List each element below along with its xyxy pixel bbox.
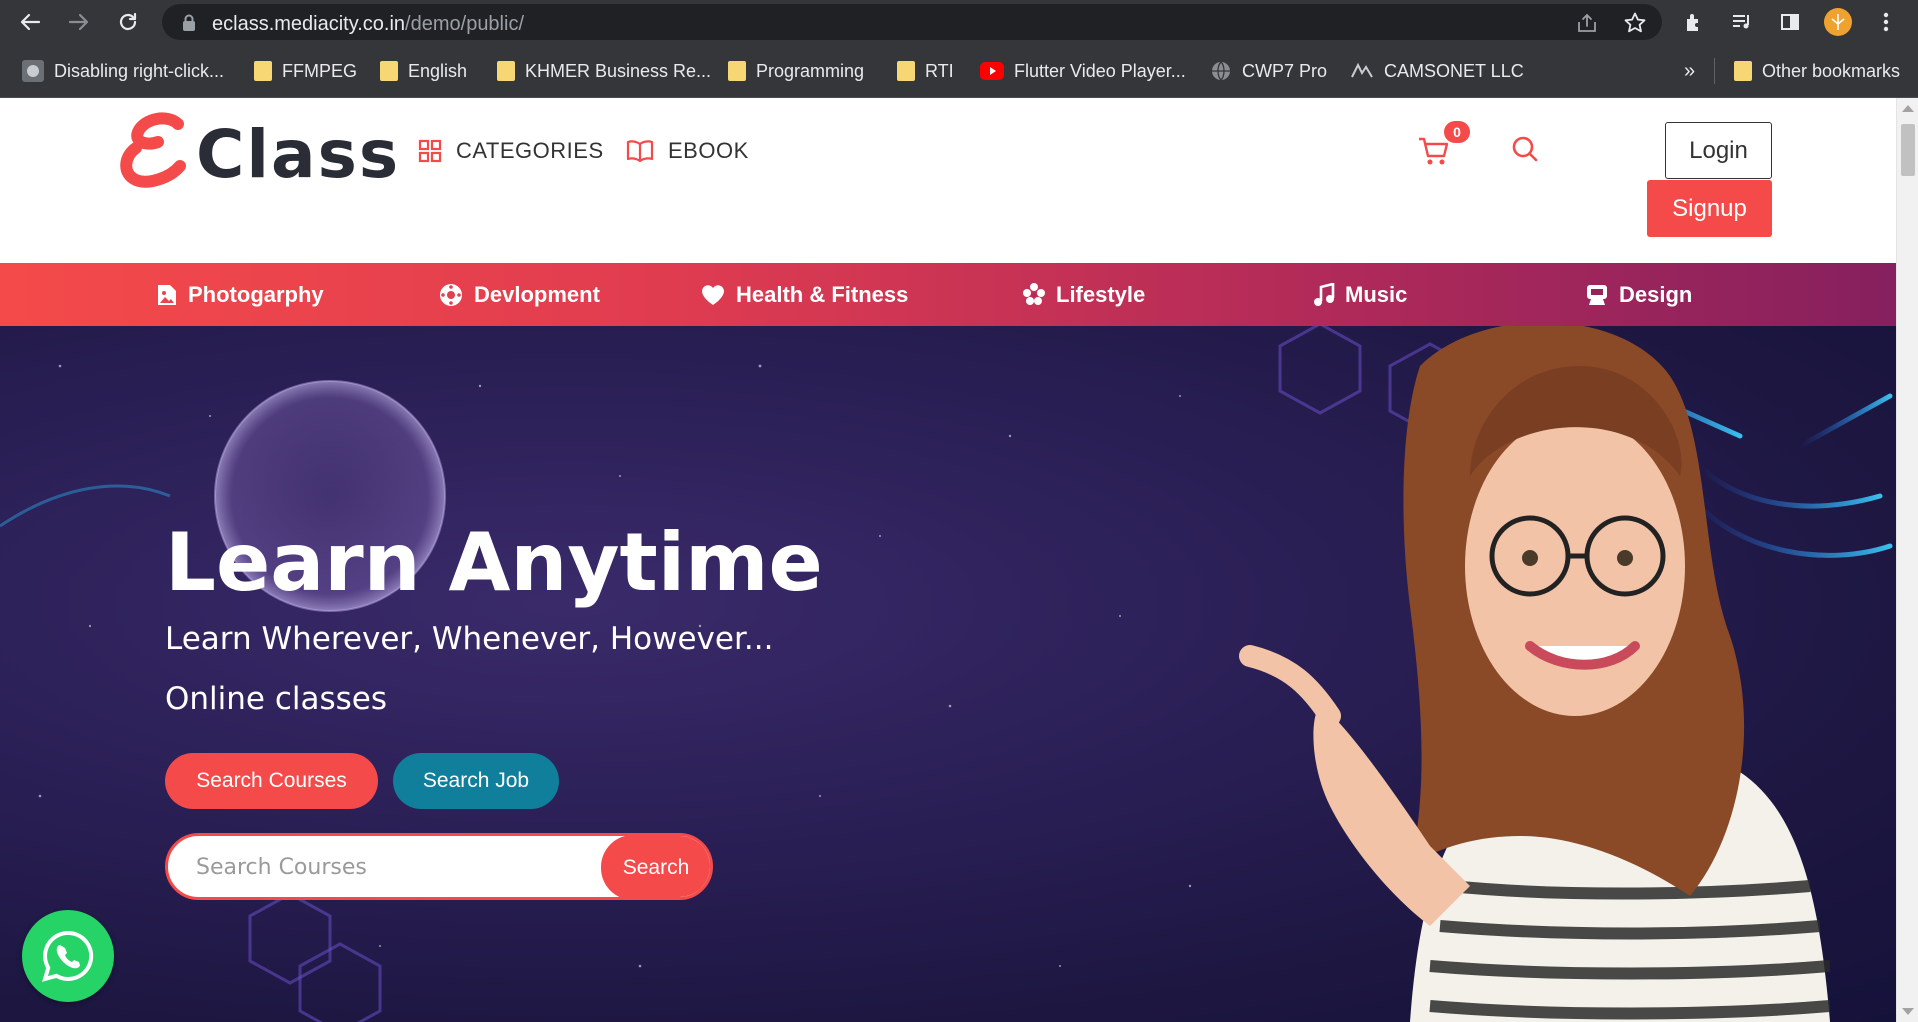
reload-icon [119,12,137,31]
image-icon [158,284,176,305]
page-scrollbar[interactable] [1896,98,1918,1022]
whatsapp-icon [42,930,94,982]
bookmark-item[interactable]: Flutter Video Player... [980,56,1186,86]
bookmark-item[interactable]: RTI [897,56,954,86]
category-music[interactable]: Music [1313,263,1407,326]
cart-count-badge: 0 [1444,121,1470,143]
forward-arrow-icon [68,13,89,31]
design-icon [1587,284,1607,305]
other-bookmarks[interactable]: Other bookmarks [1734,56,1900,86]
hero-title: Learn Anytime [165,516,823,609]
category-design[interactable]: Design [1585,263,1692,326]
folder-icon [497,61,515,81]
folder-icon [897,61,915,81]
bookmarks-divider [1714,58,1715,84]
bookmark-star-icon[interactable] [1622,10,1648,36]
flower-icon [1023,282,1045,305]
site-header: Class CATEGORIES EBOOK 0 Login Signup [0,98,1896,263]
globe-icon [1212,61,1230,81]
grid-icon [418,139,442,163]
bookmarks-bar: Disabling right-click... FFMPEG English … [0,44,1918,98]
search-icon[interactable] [1510,134,1542,166]
bookmark-item[interactable]: English [380,56,467,86]
course-search-submit-button[interactable]: Search [601,836,710,897]
signup-button[interactable]: Signup [1647,180,1772,237]
login-button[interactable]: Login [1665,122,1772,179]
bookmark-item[interactable]: CWP7 Pro [1210,56,1327,86]
back-button[interactable] [14,6,46,38]
site-icon [22,60,44,82]
hero-banner: Learn Anytime Learn Wherever, Whenever, … [0,326,1896,1022]
media-control-icon[interactable] [1726,6,1758,38]
nav-categories[interactable]: CATEGORIES [418,138,604,164]
bookmark-item[interactable]: FFMPEG [254,56,357,86]
back-arrow-icon [20,13,41,31]
whatsapp-chat-button[interactable] [22,910,114,1002]
category-development[interactable]: Devlopment [438,263,600,326]
search-courses-button[interactable]: Search Courses [165,753,378,809]
scrollbar-thumb[interactable] [1901,124,1915,176]
category-photography[interactable]: Photogarphy [156,263,324,326]
heart-icon [702,284,724,305]
web-page: Class CATEGORIES EBOOK 0 Login Signup Ph… [0,98,1896,1022]
site-logo[interactable]: Class [120,112,398,193]
search-job-button[interactable]: Search Job [393,753,559,809]
course-search-form: Search [165,833,713,900]
forward-button[interactable] [63,6,95,38]
bookmarks-overflow-button[interactable]: » [1684,56,1695,86]
lock-icon [183,14,195,31]
logo-e-mark-icon [120,112,186,188]
hero-tagline: Online classes [165,681,388,717]
category-bar: Photogarphy Devlopment Health & Fitness … [0,263,1896,326]
category-health-fitness[interactable]: Health & Fitness [700,263,908,326]
browser-toolbar: eclass.mediacity.co.in/demo/public/ [0,0,1918,44]
site-icon [1351,62,1373,78]
url-text: eclass.mediacity.co.in/demo/public/ [212,13,525,35]
nav-ebook[interactable]: EBOOK [626,138,749,164]
hero-woman-photo [1239,326,1830,1022]
folder-icon [728,61,746,81]
hero-subtitle: Learn Wherever, Whenever, However... [165,621,774,657]
scroll-up-arrow-icon [1902,105,1914,112]
bookmark-item[interactable]: Programming [728,56,864,86]
logo-text: Class [196,116,401,193]
address-bar[interactable]: eclass.mediacity.co.in/demo/public/ [162,4,1662,40]
extensions-icon[interactable] [1678,6,1710,38]
folder-icon [1734,61,1752,81]
nav-categories-label: CATEGORIES [456,138,604,163]
folder-icon [254,61,272,81]
scroll-down-arrow-icon [1902,1008,1914,1015]
book-icon [626,140,654,163]
nav-ebook-label: EBOOK [668,138,749,163]
side-panel-icon[interactable] [1774,6,1806,38]
profile-avatar[interactable] [1822,6,1854,38]
bookmark-item[interactable]: KHMER Business Re... [497,56,711,86]
bookmark-item[interactable]: Disabling right-click... [22,56,224,86]
share-icon[interactable] [1574,10,1600,36]
gear-icon [440,283,462,306]
bookmark-item[interactable]: CAMSONET LLC [1350,56,1524,86]
youtube-icon [980,62,1004,80]
category-lifestyle[interactable]: Lifestyle [1022,263,1145,326]
course-search-input[interactable] [196,848,596,886]
music-note-icon [1314,282,1335,306]
more-menu-icon[interactable] [1870,6,1902,38]
browser-chrome: eclass.mediacity.co.in/demo/public/ Disa… [0,0,1918,98]
folder-icon [380,61,398,81]
reload-button[interactable] [112,6,144,38]
